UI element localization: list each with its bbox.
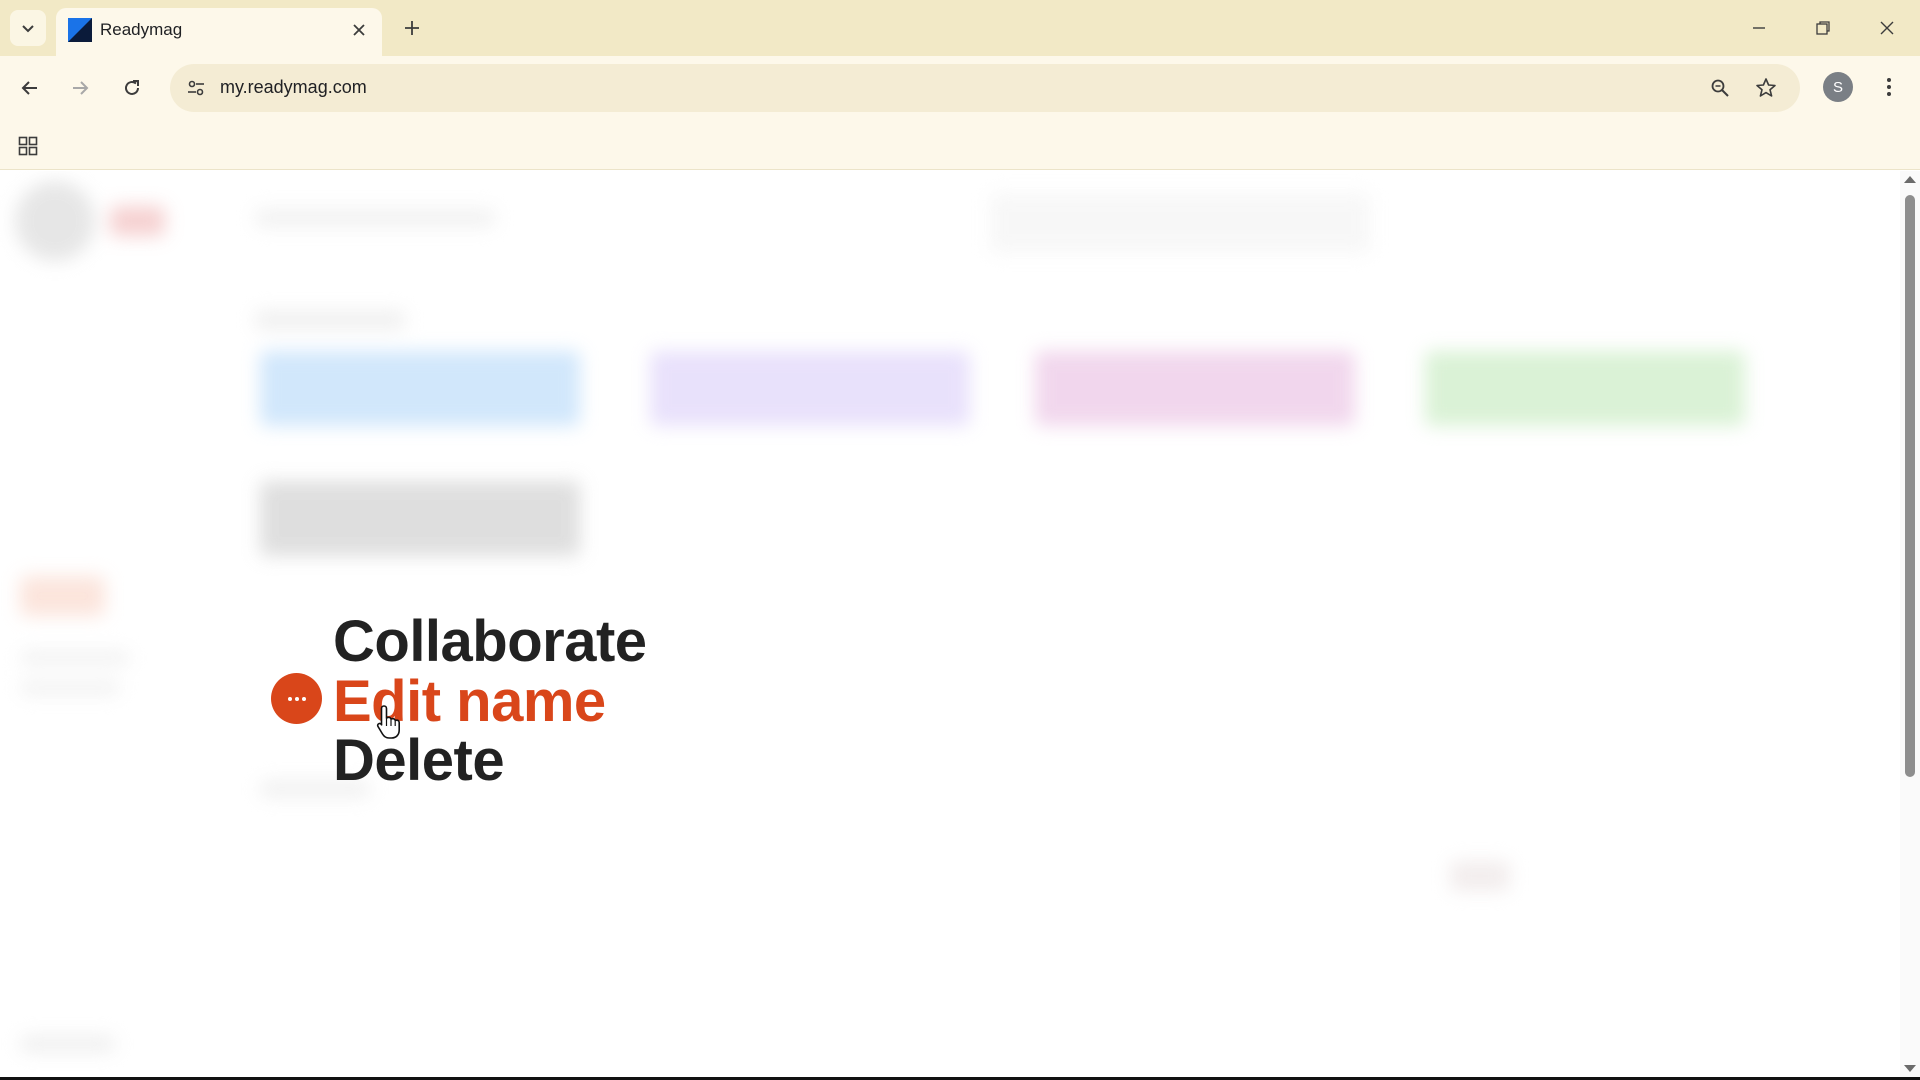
reload-icon xyxy=(125,80,139,95)
readymag-logo-icon xyxy=(68,18,92,42)
tab-strip: Readymag xyxy=(0,0,1920,56)
hand-cursor-icon xyxy=(376,705,400,739)
more-vertical-icon xyxy=(1887,78,1891,96)
zoom-button[interactable] xyxy=(1704,72,1736,104)
blurred-card-pink xyxy=(1035,351,1355,426)
blurred-sidebar-item xyxy=(20,681,120,695)
minimize-icon xyxy=(1753,27,1765,29)
close-icon xyxy=(353,24,365,36)
blurred-card-green xyxy=(1425,351,1745,426)
forward-button[interactable] xyxy=(62,70,98,106)
bookmark-button[interactable] xyxy=(1750,72,1782,104)
blurred-card-blue xyxy=(260,351,580,426)
tab-search-button[interactable] xyxy=(10,10,46,46)
scrollbar-thumb[interactable] xyxy=(1905,195,1915,777)
blurred-background xyxy=(0,171,1900,1077)
close-icon xyxy=(1880,21,1894,35)
zoom-icon xyxy=(1711,79,1729,97)
blurred-logo xyxy=(110,206,165,236)
restore-icon xyxy=(1816,21,1830,35)
browser-tab[interactable]: Readymag xyxy=(56,8,382,56)
tune-icon xyxy=(188,80,204,96)
page-content xyxy=(0,171,1900,1077)
grid-icon xyxy=(18,136,38,156)
reload-button[interactable] xyxy=(114,70,150,106)
browser-menu-button[interactable] xyxy=(1872,70,1906,104)
browser-toolbar: my.readymag.com S xyxy=(0,56,1920,122)
plus-icon xyxy=(405,21,419,35)
profile-avatar[interactable]: S xyxy=(1823,72,1853,102)
menu-item-delete[interactable]: Delete xyxy=(333,732,505,790)
scroll-down-arrow[interactable] xyxy=(1904,1065,1916,1072)
arrow-right-icon xyxy=(73,81,89,95)
blurred-avatar xyxy=(15,181,95,261)
close-window-button[interactable] xyxy=(1856,0,1918,56)
restore-button[interactable] xyxy=(1792,0,1854,56)
blurred-search xyxy=(990,193,1370,253)
tab-title: Readymag xyxy=(100,20,183,39)
menu-item-edit-name[interactable]: Edit name xyxy=(333,673,606,731)
url-text[interactable]: my.readymag.com xyxy=(220,77,367,98)
new-tab-button[interactable] xyxy=(396,12,428,44)
blurred-sidebar-accent xyxy=(20,576,105,616)
minimize-button[interactable] xyxy=(1728,0,1790,56)
more-horizontal-icon xyxy=(287,696,306,701)
blurred-heading xyxy=(255,311,405,329)
blurred-nav xyxy=(255,209,495,227)
blurred-dot xyxy=(1450,861,1510,891)
chevron-down-icon xyxy=(22,25,34,33)
blurred-card-gray xyxy=(260,481,580,556)
apps-button[interactable] xyxy=(14,132,42,160)
address-bar[interactable]: my.readymag.com xyxy=(170,64,1800,112)
menu-item-collaborate[interactable]: Collaborate xyxy=(333,613,647,671)
blurred-footer xyxy=(20,1036,115,1052)
page-scrollbar[interactable] xyxy=(1900,171,1920,1077)
more-options-button[interactable] xyxy=(271,673,322,724)
site-info-button[interactable] xyxy=(180,72,212,104)
back-button[interactable] xyxy=(12,70,48,106)
bookmarks-bar xyxy=(0,122,1920,170)
arrow-left-icon xyxy=(21,81,37,95)
star-icon xyxy=(1756,78,1776,97)
blurred-sidebar-item xyxy=(20,651,130,665)
tab-close-button[interactable] xyxy=(346,17,372,43)
blurred-card-purple xyxy=(650,351,970,426)
scroll-up-arrow[interactable] xyxy=(1904,176,1916,183)
